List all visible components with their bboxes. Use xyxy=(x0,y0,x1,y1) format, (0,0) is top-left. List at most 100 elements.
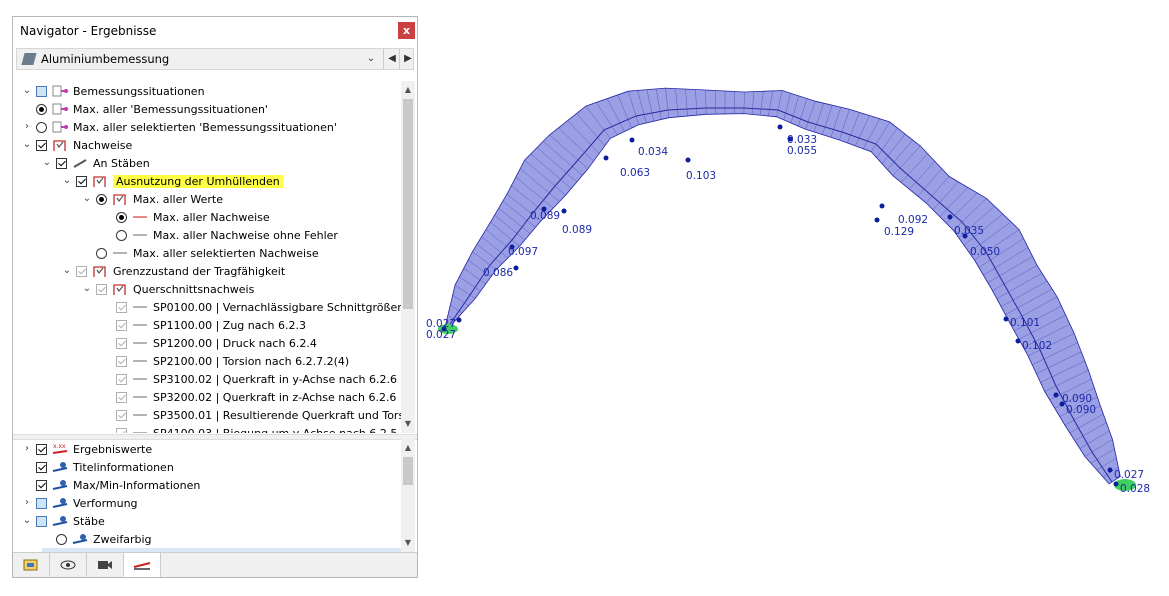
tree-checkbox[interactable] xyxy=(36,443,47,455)
tree-item[interactable]: Max. aller selektierten Nachweise xyxy=(82,244,319,262)
tree-item[interactable]: SP0100.00 | Vernachlässigbare Schnittgrö… xyxy=(102,298,402,316)
expand-toggle-icon[interactable]: ⌄ xyxy=(82,190,92,208)
scroll-thumb[interactable] xyxy=(403,457,413,485)
tree-item[interactable]: › x.xx Ergebniswerte xyxy=(22,440,152,458)
tab-data[interactable] xyxy=(13,553,50,576)
display-tree: › x.xx Ergebniswerte Titelinformationen Max/… xyxy=(16,439,402,552)
tree-item[interactable]: ⌄ Stäbe xyxy=(22,512,105,530)
tree-checkbox[interactable] xyxy=(76,265,87,277)
tree-item[interactable]: ⌄ Bemessungssituationen xyxy=(22,82,205,100)
tree-item[interactable]: ⌄ An Stäben xyxy=(42,154,150,172)
tree-item[interactable]: Zweifarbig xyxy=(42,530,152,548)
line-icon xyxy=(113,252,127,254)
tree-item[interactable]: SP3200.02 | Querkraft in z-Achse nach 6.… xyxy=(102,388,396,406)
tree-checkbox[interactable] xyxy=(36,85,47,97)
module-dropdown[interactable]: Aluminiumbemessung ⌄ ◀ ▶ xyxy=(16,48,414,70)
expand-toggle-icon[interactable]: › xyxy=(22,494,32,512)
prev-arrow-icon[interactable]: ◀ xyxy=(383,49,400,69)
tree-radio[interactable] xyxy=(96,193,107,205)
tree-item[interactable]: SP1200.00 | Druck nach 6.2.4 xyxy=(102,334,317,352)
expand-toggle-icon[interactable]: › xyxy=(22,118,32,136)
tree-item[interactable]: Titelinformationen xyxy=(22,458,174,476)
expand-toggle-icon[interactable]: ⌄ xyxy=(22,512,32,530)
tree-item[interactable]: Max/Min-Informationen xyxy=(22,476,200,494)
tree-checkbox[interactable] xyxy=(116,391,127,403)
result-value-label: 0.027 xyxy=(426,329,456,341)
results-tree-scrollbar[interactable]: ▲ ▼ xyxy=(401,81,415,433)
tree-radio[interactable] xyxy=(36,121,47,133)
tree-checkbox[interactable] xyxy=(36,497,47,509)
result-point xyxy=(874,217,880,223)
line-icon xyxy=(133,396,147,398)
aluminium-module-icon xyxy=(21,53,37,65)
expand-toggle-icon[interactable]: ⌄ xyxy=(42,154,52,172)
tree-item[interactable]: ⌄ Grenzzustand der Tragfähigkeit xyxy=(62,262,285,280)
tree-item[interactable]: Max. aller Nachweise xyxy=(102,208,270,226)
tree-item[interactable]: Max. aller 'Bemessungssituationen' xyxy=(22,100,268,118)
tree-radio[interactable] xyxy=(116,229,127,241)
expand-toggle-icon[interactable]: › xyxy=(22,440,32,458)
tree-item[interactable]: SP1100.00 | Zug nach 6.2.3 xyxy=(102,316,306,334)
tree-radio[interactable] xyxy=(116,211,127,223)
tree-checkbox[interactable] xyxy=(76,175,87,187)
two-color-icon xyxy=(72,534,88,544)
tree-item[interactable]: › Verformung xyxy=(22,494,138,512)
tab-display[interactable] xyxy=(50,553,87,576)
tree-item[interactable]: SP2100.00 | Torsion nach 6.2.7.2(4) xyxy=(102,352,349,370)
tree-checkbox[interactable] xyxy=(36,139,47,151)
tab-results[interactable] xyxy=(124,553,161,577)
tree-item[interactable]: SP4100.03 | Biegung um y-Achse nach 6.2.… xyxy=(102,424,402,433)
tree-radio[interactable] xyxy=(36,103,47,115)
display-tree-scrollbar[interactable]: ▲ ▼ xyxy=(401,439,415,552)
line-icon xyxy=(133,378,147,380)
result-value-label: 0.035 xyxy=(954,225,984,237)
model-graphic[interactable]: 0.027 0.027 0.086 0.097 0.0890.089 0.063 0.034… xyxy=(420,0,1169,596)
result-point xyxy=(1113,481,1119,487)
expand-toggle-icon[interactable]: ⌄ xyxy=(22,82,32,100)
tree-radio[interactable] xyxy=(96,247,107,259)
tree-item[interactable]: › Max. aller selektierten 'Bemessungssitu… xyxy=(22,118,337,136)
tree-item[interactable]: ⌄ Ausnutzung der Umhüllenden xyxy=(62,172,283,190)
scroll-down-icon[interactable]: ▼ xyxy=(401,417,415,431)
tree-item[interactable]: ⌄ Max. aller Werte xyxy=(82,190,223,208)
expand-toggle-icon[interactable]: ⌄ xyxy=(62,262,72,280)
tree-checkbox[interactable] xyxy=(116,427,127,433)
next-arrow-icon[interactable]: ▶ xyxy=(399,49,416,69)
tree-checkbox[interactable] xyxy=(116,301,127,313)
tree-checkbox[interactable] xyxy=(56,157,67,169)
tree-item[interactable]: SP3100.02 | Querkraft in y-Achse nach 6.… xyxy=(102,370,397,388)
scroll-up-icon[interactable]: ▲ xyxy=(401,83,415,97)
tree-checkbox[interactable] xyxy=(116,373,127,385)
camera-icon xyxy=(98,560,112,569)
tree-item[interactable]: ⌄ Querschnittsnachweis xyxy=(82,280,255,298)
line-icon xyxy=(133,306,147,308)
scroll-down-icon[interactable]: ▼ xyxy=(401,536,415,550)
tree-checkbox[interactable] xyxy=(116,319,127,331)
tree-checkbox[interactable] xyxy=(116,409,127,421)
chevron-down-icon[interactable]: ⌄ xyxy=(363,49,379,69)
tree-checkbox[interactable] xyxy=(36,461,47,473)
tree-item-label: Grenzzustand der Tragfähigkeit xyxy=(113,264,286,278)
tree-checkbox[interactable] xyxy=(116,355,127,367)
scroll-thumb[interactable] xyxy=(403,99,413,309)
expand-toggle-icon[interactable]: ⌄ xyxy=(62,172,72,190)
tree-checkbox[interactable] xyxy=(36,515,47,527)
tree-checkbox[interactable] xyxy=(96,283,107,295)
tree-item[interactable]: ⌄ Nachweise xyxy=(22,136,133,154)
tree-item-label: SP3200.02 | Querkraft in z-Achse nach 6.… xyxy=(153,390,397,404)
tree-item[interactable]: Max. aller Nachweise ohne Fehler xyxy=(102,226,338,244)
close-button[interactable]: x xyxy=(398,22,415,39)
tree-checkbox[interactable] xyxy=(116,337,127,349)
tree-item-label: SP4100.03 | Biegung um y-Achse nach 6.2.… xyxy=(153,426,402,434)
tab-views[interactable] xyxy=(87,553,124,576)
scroll-up-icon[interactable]: ▲ xyxy=(401,441,415,455)
tree-radio[interactable] xyxy=(56,533,67,545)
tree-checkbox[interactable] xyxy=(36,479,47,491)
tree-item[interactable]: SP3500.01 | Resultierende Querkraft und … xyxy=(102,406,402,424)
expand-toggle-icon[interactable]: ⌄ xyxy=(82,280,92,298)
expand-toggle-icon[interactable]: ⌄ xyxy=(22,136,32,154)
tree-item-label: Nachweise xyxy=(73,138,133,152)
